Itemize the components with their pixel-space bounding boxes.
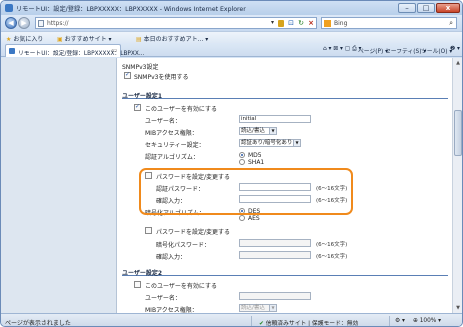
user1-enc-confirm-hint: (6～16文字) bbox=[316, 254, 348, 260]
user1-enc-confirm-label: 確認入力： bbox=[156, 254, 187, 261]
user1-security-select[interactable]: 認証あり/暗号化あり ▼ bbox=[239, 139, 301, 147]
tools-menu[interactable]: ツール(O) ▾ bbox=[421, 46, 452, 55]
user1-security-label: セキュリティー設定： bbox=[145, 142, 205, 149]
page-menu[interactable]: ページ(P) ▾ bbox=[358, 46, 388, 55]
search-icon[interactable]: ⌕ bbox=[449, 19, 453, 28]
status-bar: ページが表示されました ✔ 信頼済みサイト | 保護モード：無効 ⚙ ▾ ⊕ 1… bbox=[1, 313, 462, 327]
user1-enc-password-input[interactable] bbox=[239, 239, 311, 247]
chevron-down-icon: ▼ bbox=[269, 128, 276, 134]
user1-set-enc-password-checkbox[interactable] bbox=[145, 227, 152, 234]
maximize-button[interactable]: □ bbox=[417, 3, 435, 13]
enc-aes-label: AES bbox=[248, 215, 260, 222]
user2-mib-access-value: 読込/書込 bbox=[241, 305, 265, 311]
security-zone[interactable]: ✔ 信頼済みサイト | 保護モード：無効 bbox=[259, 318, 359, 327]
user1-mib-access-select[interactable]: 読込/書込 ▼ bbox=[239, 127, 277, 135]
address-bar: ◀ ▶ https:// ▾ ⊡ ↻ × Bing ⌕ bbox=[1, 15, 462, 31]
password-highlight-callout bbox=[139, 168, 353, 215]
user1-enc-confirm-input[interactable] bbox=[239, 251, 311, 259]
vertical-scrollbar[interactable]: ▲ ▼ bbox=[452, 58, 462, 313]
user1-security-value: 認証あり/暗号化あり bbox=[241, 140, 293, 146]
favorites-label: お気に入り bbox=[13, 36, 44, 43]
enc-aes-radio[interactable] bbox=[239, 215, 245, 221]
user2-username-label: ユーザー名： bbox=[145, 295, 181, 302]
window-title: リモートUI：設定/登録：LBPXXXXX：LBPXXXXX - Windows… bbox=[16, 6, 246, 13]
protected-mode-icon[interactable]: ⚙ ▾ bbox=[395, 318, 405, 324]
favorites-bar: ★ お気に入り ▣ おすすめサイト ▾ ▤ 本日のおすすめアト... ▾ bbox=[1, 31, 462, 43]
user1-enable-checkbox[interactable] bbox=[134, 103, 141, 111]
close-button[interactable]: x bbox=[436, 3, 460, 13]
user2-section-header: ユーザー設定2 bbox=[122, 268, 448, 277]
page-icon bbox=[38, 20, 44, 27]
tab-close-icon[interactable]: ▭ bbox=[111, 47, 117, 54]
suggested-sites-icon: ▣ bbox=[57, 36, 63, 43]
user1-enc-password-label: 暗号化パスワード： bbox=[156, 242, 211, 249]
user1-username-input[interactable]: initial bbox=[239, 115, 311, 123]
forward-button[interactable]: ▶ bbox=[18, 17, 30, 29]
browser-window: リモートUI：設定/登録：LBPXXXXX：LBPXXXXX - Windows… bbox=[0, 0, 463, 327]
search-engine-label: Bing bbox=[334, 20, 348, 27]
user1-set-enc-password-label: パスワードを設定/変更する bbox=[156, 229, 231, 236]
snmpv3-enable-label: SNMPv3を使用する bbox=[134, 74, 189, 81]
auth-md5-radio[interactable] bbox=[239, 152, 245, 158]
web-slice-link[interactable]: ▤ 本日のおすすめアト... ▾ bbox=[136, 34, 208, 43]
url-field[interactable]: https:// ▾ ⊡ ↻ × bbox=[35, 17, 317, 29]
help-menu[interactable]: ❷ ▾ bbox=[450, 46, 460, 52]
star-icon: ★ bbox=[6, 36, 12, 43]
status-divider bbox=[251, 316, 252, 326]
page-content: SNMPv3設定 SNMPv3を使用する ユーザー設定1 このユーザーを有効にす… bbox=[1, 58, 452, 313]
tab-label: リモートUI：設定/登録：LBPXXXXX：LBPXX... bbox=[18, 51, 145, 57]
refresh-icon[interactable]: ↻ bbox=[298, 19, 304, 27]
zoom-level[interactable]: ⊕ 100% ▾ bbox=[413, 318, 441, 324]
security-zone-label: 信頼済みサイト | 保護モード：無効 bbox=[265, 321, 359, 327]
user1-mib-access-label: MIBアクセス権限： bbox=[145, 130, 198, 137]
lock-icon[interactable] bbox=[278, 20, 284, 27]
chevron-down-icon: ▼ bbox=[269, 305, 276, 311]
snmpv3-header: SNMPv3設定 bbox=[122, 64, 159, 71]
suggested-sites-label: おすすめサイト ▾ bbox=[64, 36, 112, 43]
suggested-sites-link[interactable]: ▣ おすすめサイト ▾ bbox=[57, 34, 112, 43]
auth-md5-label: MD5 bbox=[248, 152, 262, 159]
user2-enable-checkbox[interactable] bbox=[134, 281, 141, 288]
auth-sha1-label: SHA1 bbox=[248, 159, 265, 166]
scroll-up-icon[interactable]: ▲ bbox=[454, 59, 462, 67]
minimize-button[interactable]: – bbox=[398, 3, 416, 13]
stop-icon[interactable]: × bbox=[308, 19, 314, 27]
url-dropdown-icon[interactable]: ▾ bbox=[271, 19, 274, 26]
favorites-button[interactable]: ★ お気に入り bbox=[6, 34, 43, 43]
web-slice-icon: ▤ bbox=[136, 36, 142, 43]
left-navigation-pane bbox=[1, 58, 117, 313]
chevron-down-icon: ▼ bbox=[293, 140, 300, 146]
back-button[interactable]: ◀ bbox=[5, 17, 17, 29]
snmpv3-enable-checkbox[interactable] bbox=[124, 71, 131, 79]
user1-auth-algo-label: 認証アルゴリズム： bbox=[145, 154, 199, 161]
scrollbar-thumb[interactable] bbox=[454, 110, 462, 156]
user1-username-label: ユーザー名： bbox=[145, 118, 181, 125]
auth-sha1-radio[interactable] bbox=[239, 159, 245, 165]
user1-section-header: ユーザー設定1 bbox=[122, 91, 448, 100]
user2-mib-access-label: MIBアクセス権限： bbox=[145, 307, 198, 313]
home-icon[interactable]: ⌂ ▾ ⊠ ▾ ▢ ⎙ ▾ bbox=[323, 46, 361, 53]
user1-enable-label: このユーザーを有効にする bbox=[145, 106, 217, 113]
zoom-value: 100% bbox=[419, 318, 437, 324]
compat-view-icon[interactable]: ⊡ bbox=[288, 19, 294, 27]
status-divider bbox=[389, 316, 390, 326]
scroll-down-icon[interactable]: ▼ bbox=[454, 304, 462, 312]
user2-username-input[interactable] bbox=[239, 292, 311, 300]
search-field[interactable]: Bing ⌕ bbox=[321, 17, 457, 29]
user1-mib-access-value: 読込/書込 bbox=[241, 128, 265, 134]
bing-icon bbox=[324, 20, 331, 27]
user2-enable-label: このユーザーを有効にする bbox=[145, 283, 217, 290]
url-text: https:// bbox=[47, 20, 69, 27]
zoom-icon: ⊕ bbox=[413, 318, 418, 324]
status-text: ページが表示されました bbox=[5, 320, 71, 327]
trusted-zone-icon: ✔ bbox=[259, 321, 264, 327]
user2-mib-access-select[interactable]: 読込/書込 ▼ bbox=[239, 304, 277, 312]
tab-remote-ui[interactable]: リモートUI：設定/登録：LBPXXXXX：LBPXX... ▭ bbox=[5, 44, 144, 57]
user1-enc-password-hint: (6～16文字) bbox=[316, 242, 348, 248]
web-slice-label: 本日のおすすめアト... ▾ bbox=[143, 36, 209, 43]
tab-favicon bbox=[9, 48, 15, 54]
ie-icon bbox=[5, 4, 13, 12]
title-bar: リモートUI：設定/登録：LBPXXXXX：LBPXXXXX - Windows… bbox=[1, 1, 462, 15]
